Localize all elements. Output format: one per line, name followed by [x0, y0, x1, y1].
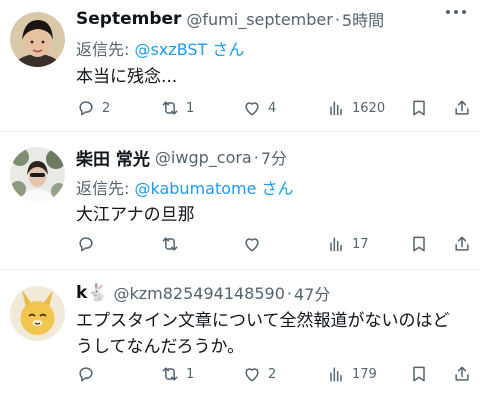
- reply-mention-link[interactable]: @kabumatome: [134, 179, 256, 198]
- bookmark-button[interactable]: [409, 364, 429, 384]
- display-name[interactable]: September: [76, 9, 181, 29]
- retweet-count: 1: [186, 366, 195, 382]
- reply-button[interactable]: [76, 364, 102, 384]
- tweet-header: 柴田 常光 @iwgp_cora · 7分: [76, 144, 287, 170]
- action-bar: 17: [76, 234, 472, 256]
- separator: ·: [286, 283, 292, 303]
- timestamp[interactable]: 5時間: [342, 7, 384, 31]
- retweet-count: 1: [186, 100, 195, 116]
- retweet-button[interactable]: [160, 234, 186, 254]
- reply-prefix: 返信先:: [76, 179, 135, 198]
- tweet-text: 本当に残念...: [76, 67, 178, 87]
- bookmark-button[interactable]: [409, 98, 429, 118]
- timestamp[interactable]: 7分: [261, 145, 287, 169]
- retweet-button[interactable]: 1: [160, 98, 194, 118]
- avatar[interactable]: [10, 12, 65, 67]
- separator: ·: [334, 9, 340, 29]
- share-button[interactable]: [452, 364, 472, 384]
- reply-mention-link[interactable]: @sxzBST: [134, 40, 207, 59]
- like-button[interactable]: 4: [242, 98, 276, 118]
- views-count: 179: [352, 366, 377, 382]
- display-name[interactable]: 柴田 常光: [76, 145, 150, 170]
- bookmark-icon: [413, 366, 425, 382]
- separator: ·: [253, 147, 259, 167]
- reply-count: 2: [102, 100, 111, 116]
- reply-button[interactable]: [76, 234, 102, 254]
- share-button[interactable]: [452, 98, 472, 118]
- heart-icon: [245, 102, 259, 116]
- user-handle[interactable]: @fumi_september: [186, 10, 332, 29]
- avatar[interactable]: [10, 286, 65, 341]
- retweet-icon: [162, 367, 178, 381]
- like-button[interactable]: [242, 234, 268, 254]
- display-name[interactable]: k🐇: [76, 283, 108, 303]
- reply-suffix: さん: [256, 179, 294, 198]
- heart-icon: [245, 238, 259, 252]
- reply-prefix: 返信先:: [76, 40, 135, 59]
- views-button[interactable]: 179: [326, 364, 377, 384]
- action-bar: 2 1 4 1620: [76, 98, 472, 120]
- reply-bubble-icon: [79, 367, 93, 382]
- views-bar-icon: [330, 237, 342, 252]
- tweet-text: エプスタイン文章について全然報道がないのはど うしてなんだろうか。: [76, 308, 466, 360]
- share-button[interactable]: [452, 234, 472, 254]
- views-bar-icon: [330, 101, 342, 116]
- reply-button[interactable]: 2: [76, 98, 110, 118]
- action-bar: 1 2 179: [76, 364, 472, 386]
- reply-to-line: 返信先: @kabumatome さん: [76, 175, 294, 199]
- like-count: 4: [268, 100, 277, 116]
- tweet-text-line: うしてなんだろうか。: [76, 337, 245, 357]
- tweet-header: k🐇 @kzm825494148590 · 47分: [76, 280, 330, 306]
- retweet-button[interactable]: 1: [160, 364, 194, 384]
- reply-to-line: 返信先: @sxzBST さん: [76, 36, 244, 60]
- more-dots-icon[interactable]: [446, 10, 466, 16]
- timestamp[interactable]: 47分: [294, 281, 330, 305]
- retweet-icon: [162, 101, 178, 115]
- views-button[interactable]: 17: [326, 234, 369, 254]
- tweet-text: 大江アナの旦那: [76, 205, 195, 225]
- tweet-text-line: エプスタイン文章について全然報道がないのはど: [76, 311, 450, 331]
- views-bar-icon: [330, 367, 342, 382]
- like-button[interactable]: 2: [242, 364, 276, 384]
- bookmark-icon: [413, 236, 425, 252]
- views-button[interactable]: 1620: [326, 98, 385, 118]
- share-icon: [455, 236, 469, 251]
- reply-bubble-icon: [79, 101, 93, 116]
- heart-icon: [245, 368, 259, 382]
- retweet-icon: [162, 237, 178, 251]
- bookmark-icon: [413, 100, 425, 116]
- bookmark-button[interactable]: [409, 234, 429, 254]
- reply-suffix: さん: [207, 40, 245, 59]
- share-icon: [455, 100, 469, 115]
- avatar[interactable]: [10, 147, 65, 202]
- share-icon: [455, 366, 469, 381]
- user-handle[interactable]: @kzm825494148590: [113, 284, 284, 303]
- views-count: 17: [352, 236, 369, 252]
- reply-bubble-icon: [79, 237, 93, 252]
- tweet[interactable]: k🐇 @kzm825494148590 · 47分 エプスタイン文章について全然…: [0, 270, 480, 395]
- like-count: 2: [268, 366, 277, 382]
- tweet[interactable]: 柴田 常光 @iwgp_cora · 7分 返信先: @kabumatome さ…: [0, 132, 480, 269]
- user-handle[interactable]: @iwgp_cora: [155, 148, 252, 167]
- tweet[interactable]: September @fumi_september · 5時間 返信先: @sx…: [0, 0, 480, 131]
- views-count: 1620: [352, 100, 386, 116]
- tweet-header: September @fumi_september · 5時間: [76, 6, 384, 32]
